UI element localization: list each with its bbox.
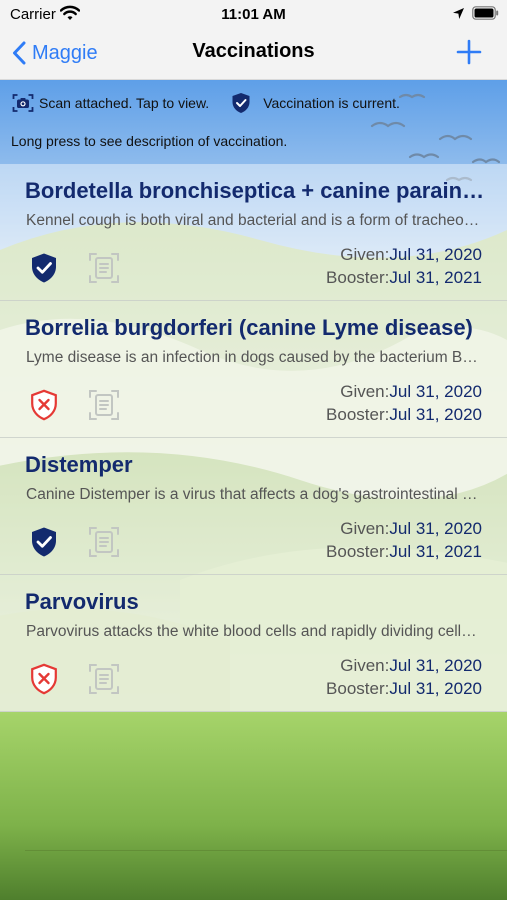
vaccination-row[interactable]: Distemper Canine Distemper is a virus th… bbox=[0, 438, 507, 575]
vaccination-description: Canine Distemper is a virus that affects… bbox=[26, 486, 481, 503]
navigation-bar: Maggie Vaccinations bbox=[0, 28, 507, 80]
document-scan-icon[interactable] bbox=[88, 663, 120, 695]
back-button[interactable]: Maggie bbox=[12, 38, 98, 68]
shield-x-icon bbox=[31, 389, 57, 421]
booster-date: Jul 31, 2021 bbox=[389, 268, 482, 287]
legend-icons-row: Scan attached. Tap to view. Vaccination … bbox=[12, 92, 400, 114]
booster-date: Jul 31, 2020 bbox=[389, 405, 482, 424]
shield-check-icon bbox=[32, 527, 56, 557]
given-date: Jul 31, 2020 bbox=[389, 245, 482, 264]
legend-scan-text: Scan attached. Tap to view. bbox=[39, 95, 210, 111]
divider bbox=[25, 850, 507, 851]
vaccination-description: Kennel cough is both viral and bacterial… bbox=[26, 212, 481, 229]
document-scan-icon[interactable] bbox=[88, 389, 120, 421]
booster-date: Jul 31, 2020 bbox=[389, 679, 482, 698]
given-label: Given: bbox=[340, 382, 390, 401]
given-label: Given: bbox=[340, 656, 390, 675]
vaccination-list: Bordetella bronchiseptica + canine parai… bbox=[0, 164, 507, 712]
shield-check-icon bbox=[32, 253, 56, 283]
vaccination-name: Distemper bbox=[25, 452, 133, 477]
legend-panel: Scan attached. Tap to view. Vaccination … bbox=[0, 80, 507, 164]
document-scan-icon[interactable] bbox=[88, 526, 120, 558]
location-arrow-icon bbox=[453, 8, 464, 19]
back-label: Maggie bbox=[32, 41, 98, 64]
booster-label: Booster: bbox=[326, 405, 390, 424]
vaccination-name: Borrelia burgdorferi (canine Lyme diseas… bbox=[25, 315, 473, 340]
vaccination-dates: Given:Jul 31, 2020 Booster:Jul 31, 2020 bbox=[326, 654, 482, 700]
shield-x-icon bbox=[31, 663, 57, 695]
shield-check-icon bbox=[232, 93, 250, 113]
clock-time: 11:01 AM bbox=[221, 6, 286, 23]
vaccination-description: Parvovirus attacks the white blood cells… bbox=[26, 623, 481, 640]
booster-label: Booster: bbox=[326, 268, 390, 287]
booster-label: Booster: bbox=[326, 679, 390, 698]
given-date: Jul 31, 2020 bbox=[389, 519, 482, 538]
vaccination-name: Parvovirus bbox=[25, 589, 139, 614]
given-date: Jul 31, 2020 bbox=[389, 656, 482, 675]
vaccination-dates: Given:Jul 31, 2020 Booster:Jul 31, 2020 bbox=[326, 380, 482, 426]
camera-icon bbox=[12, 94, 34, 112]
vaccination-row[interactable]: Parvovirus Parvovirus attacks the white … bbox=[0, 575, 507, 712]
vaccination-name: Bordetella bronchiseptica + canine parai… bbox=[25, 178, 485, 203]
booster-date: Jul 31, 2021 bbox=[389, 542, 482, 561]
vaccination-dates: Given:Jul 31, 2020 Booster:Jul 31, 2021 bbox=[326, 517, 482, 563]
given-date: Jul 31, 2020 bbox=[389, 382, 482, 401]
chevron-left-icon bbox=[13, 41, 26, 65]
legend-current-text: Vaccination is current. bbox=[263, 95, 400, 111]
status-bar: Carrier 11:01 AM bbox=[0, 0, 507, 28]
legend-hint: Long press to see description of vaccina… bbox=[11, 133, 288, 149]
vaccination-row[interactable]: Bordetella bronchiseptica + canine parai… bbox=[0, 164, 507, 301]
given-label: Given: bbox=[340, 519, 390, 538]
add-icon[interactable] bbox=[455, 38, 483, 66]
battery-icon bbox=[472, 6, 499, 20]
top-bar: Carrier 11:01 AM Maggie Vaccinations bbox=[0, 0, 507, 80]
booster-label: Booster: bbox=[326, 542, 390, 561]
vaccination-dates: Given:Jul 31, 2020 Booster:Jul 31, 2021 bbox=[326, 243, 482, 289]
vaccination-description: Lyme disease is an infection in dogs cau… bbox=[26, 349, 481, 366]
given-label: Given: bbox=[340, 245, 390, 264]
vaccination-row[interactable]: Borrelia burgdorferi (canine Lyme diseas… bbox=[0, 301, 507, 438]
document-scan-icon[interactable] bbox=[88, 252, 120, 284]
